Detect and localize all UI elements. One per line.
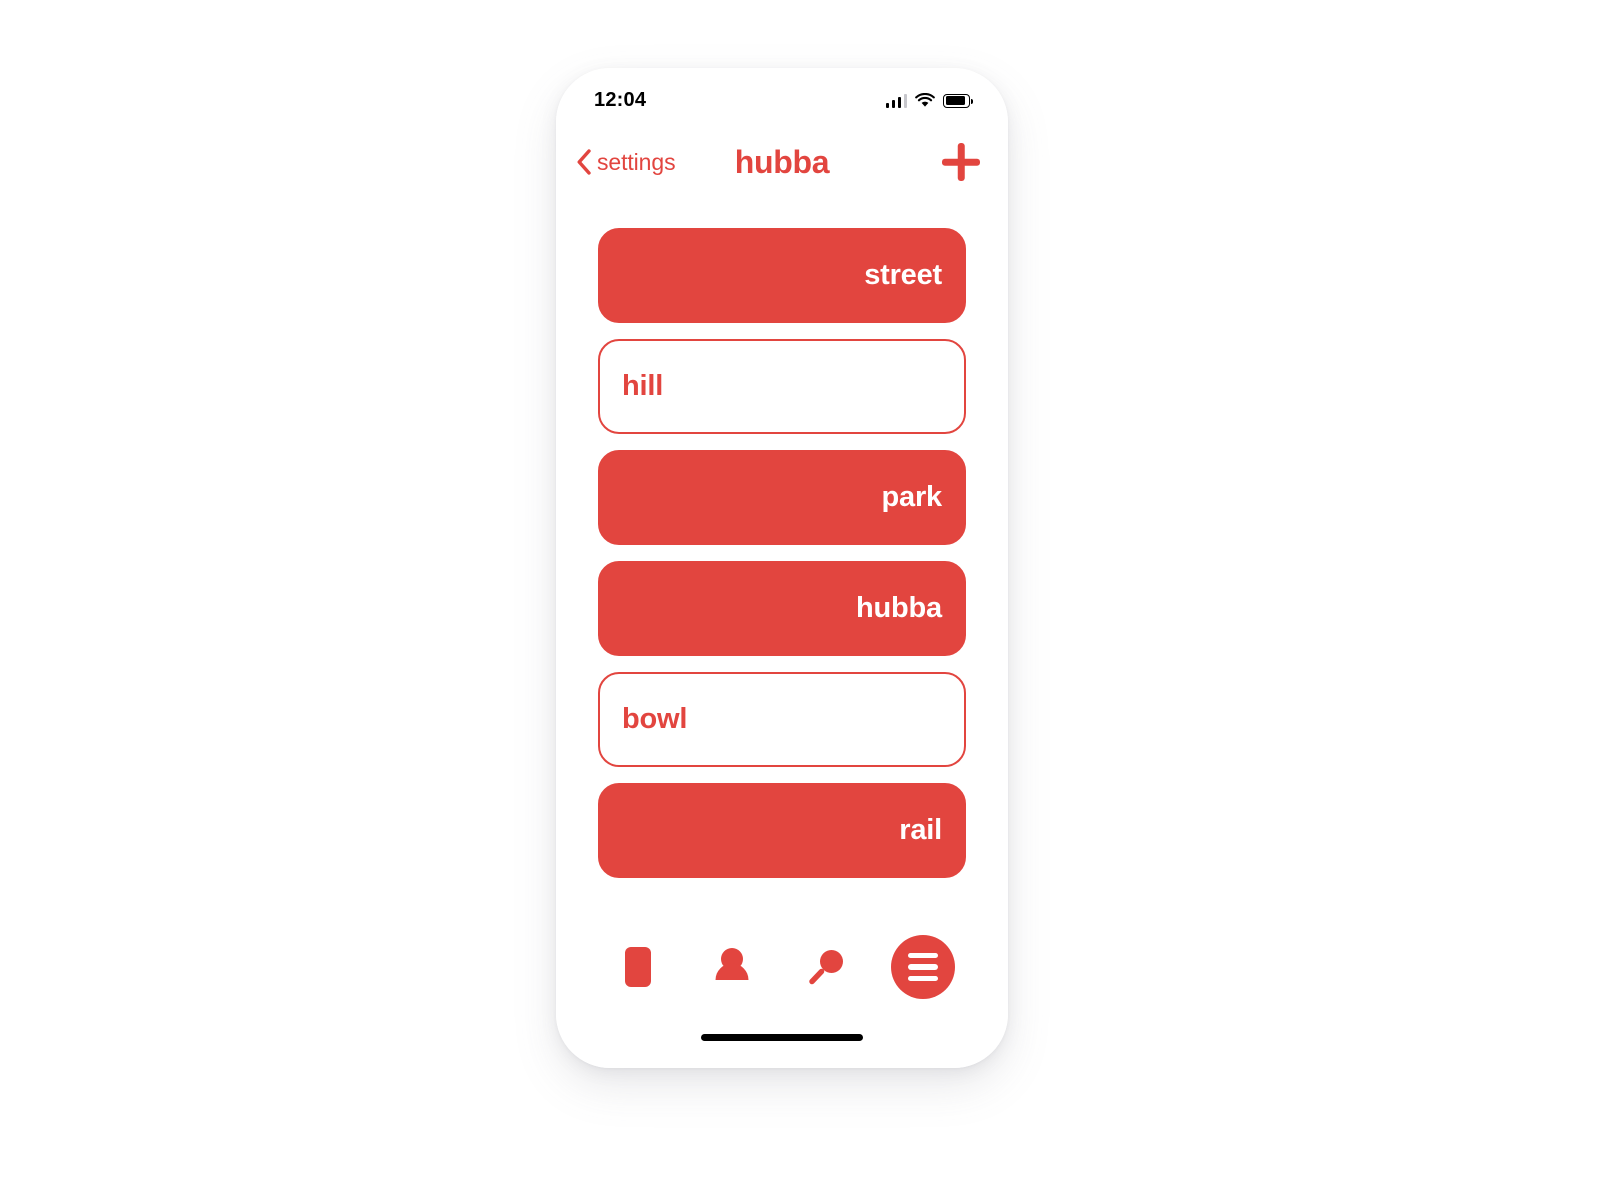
home-indicator-area bbox=[556, 1034, 1008, 1068]
screenshot-canvas: 12:04 settings hubba street hill park hu… bbox=[0, 0, 1600, 1200]
person-icon bbox=[715, 948, 749, 980]
chevron-left-icon bbox=[577, 149, 591, 175]
wifi-icon bbox=[915, 92, 935, 107]
spot-list: street hill park hubba bowl rail bbox=[556, 198, 1008, 906]
list-item-label: bowl bbox=[622, 703, 688, 735]
book-icon bbox=[625, 947, 651, 987]
tab-profile[interactable] bbox=[703, 938, 761, 996]
back-to-settings-button[interactable]: settings bbox=[570, 143, 681, 182]
bottom-tab-bar bbox=[556, 906, 1008, 1034]
list-item-label: rail bbox=[899, 814, 942, 846]
list-item[interactable]: bowl bbox=[598, 672, 966, 767]
status-bar-icons bbox=[885, 92, 973, 108]
status-bar: 12:04 bbox=[556, 68, 1008, 126]
status-bar-time: 12:04 bbox=[594, 88, 647, 111]
list-item[interactable]: hubba bbox=[598, 561, 966, 656]
cellular-signal-icon bbox=[885, 93, 907, 108]
tab-book[interactable] bbox=[609, 938, 667, 996]
list-item-label: hill bbox=[622, 370, 664, 402]
list-item[interactable]: rail bbox=[598, 783, 966, 878]
search-icon bbox=[809, 950, 843, 985]
navigation-header: settings hubba bbox=[556, 126, 1008, 198]
list-item-label: park bbox=[881, 481, 943, 513]
phone-screen: 12:04 settings hubba street hill park hu… bbox=[556, 68, 1008, 1068]
phone-device-frame: 12:04 settings hubba street hill park hu… bbox=[556, 68, 1008, 1068]
hamburger-menu-icon[interactable] bbox=[891, 935, 955, 999]
battery-icon bbox=[943, 93, 973, 108]
back-button-label: settings bbox=[597, 148, 676, 175]
list-item[interactable]: street bbox=[598, 228, 966, 323]
list-item-label: street bbox=[864, 259, 942, 291]
tab-search[interactable] bbox=[797, 938, 855, 996]
plus-icon[interactable] bbox=[938, 139, 984, 185]
home-indicator-bar[interactable] bbox=[701, 1034, 863, 1041]
list-item-label: hubba bbox=[856, 592, 942, 624]
list-item[interactable]: park bbox=[598, 450, 966, 545]
list-item[interactable]: hill bbox=[598, 339, 966, 434]
